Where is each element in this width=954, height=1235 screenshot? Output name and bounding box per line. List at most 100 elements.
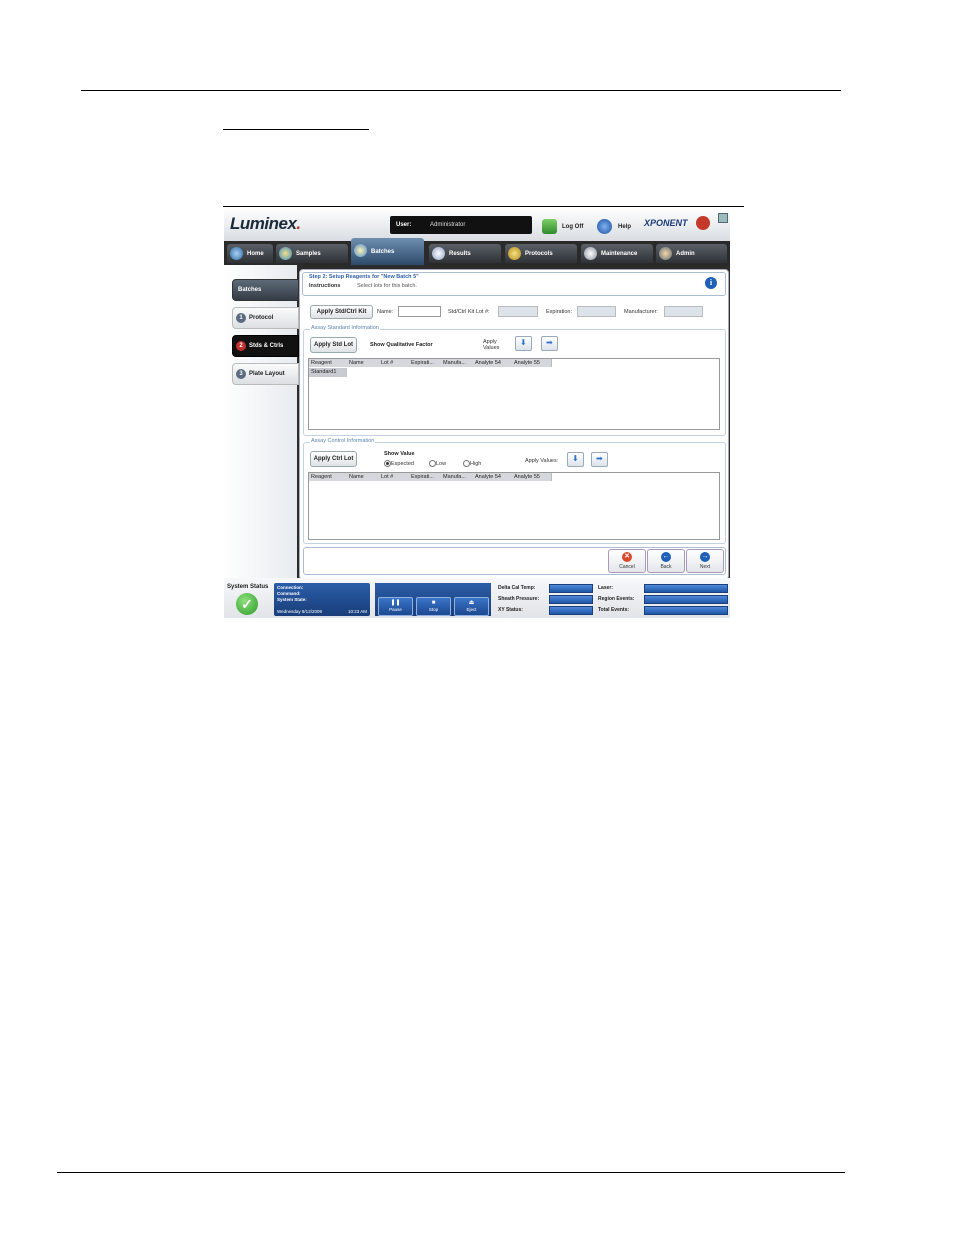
column-header[interactable]: Reagent bbox=[309, 473, 348, 481]
tab-batches[interactable]: Batches bbox=[351, 238, 424, 265]
connection-label: Connection: bbox=[277, 585, 304, 590]
step-title: Step 2: Setup Reagents for "New Batch 5" bbox=[309, 274, 419, 280]
sheath-pressure-bar bbox=[549, 595, 593, 604]
laser-bar bbox=[644, 584, 728, 593]
pause-icon: ❚❚ bbox=[390, 600, 401, 606]
step-number: 3 bbox=[236, 369, 246, 379]
tab-samples[interactable]: Samples bbox=[276, 244, 348, 263]
cancel-icon: ✕ bbox=[622, 552, 632, 562]
tab-results[interactable]: Results bbox=[429, 244, 501, 263]
home-icon bbox=[230, 247, 243, 260]
name-field[interactable] bbox=[398, 306, 441, 317]
tab-protocols[interactable]: Protocols bbox=[505, 244, 577, 263]
kit-lot-field bbox=[498, 306, 538, 317]
column-header[interactable]: Lot # bbox=[379, 359, 410, 367]
column-header[interactable]: Analyte 55 bbox=[512, 359, 552, 367]
column-header[interactable]: Expirati... bbox=[409, 359, 442, 367]
step-number: 1 bbox=[236, 313, 246, 323]
window-menu-icon[interactable] bbox=[718, 213, 728, 223]
xponent-logo: XPONENT bbox=[644, 218, 688, 228]
luminex-logo: Luminex. bbox=[230, 214, 301, 233]
admin-icon bbox=[659, 247, 672, 260]
apply-values-down-button[interactable]: ⬇ bbox=[515, 336, 532, 351]
assay-control-title: Assay Control Information bbox=[310, 438, 376, 444]
column-header[interactable]: Name bbox=[347, 473, 380, 481]
command-label: Command: bbox=[277, 591, 301, 596]
arrow-down-icon: ⬇ bbox=[572, 454, 579, 463]
instructions-text: Select lots for this batch. bbox=[357, 283, 417, 289]
expiration-label: Expiration: bbox=[546, 309, 572, 315]
apply-values-label: Apply Values bbox=[483, 339, 500, 351]
next-arrow-icon: → bbox=[700, 552, 710, 562]
main-panel: Step 2: Setup Reagents for "New Batch 5"… bbox=[299, 269, 729, 580]
sidebar-item-stds-ctrls[interactable]: 2 Stds & Ctrls bbox=[232, 335, 299, 357]
logoff-button[interactable]: Log Off bbox=[562, 224, 583, 230]
tab-admin[interactable]: Admin bbox=[656, 244, 727, 263]
column-header[interactable]: Lot # bbox=[379, 473, 410, 481]
apply-values-down-button[interactable]: ⬇ bbox=[567, 452, 584, 467]
column-header[interactable]: Analyte 55 bbox=[512, 473, 552, 481]
help-button[interactable]: Help bbox=[618, 224, 631, 230]
help-icon[interactable] bbox=[597, 219, 612, 234]
radio-expected[interactable] bbox=[384, 460, 391, 467]
radio-high-label: High bbox=[470, 461, 482, 467]
apply-values-right-button[interactable]: ➡ bbox=[541, 336, 558, 351]
apply-values-label: Apply Values: bbox=[525, 458, 559, 464]
eject-icon: ⏏ bbox=[468, 600, 475, 606]
sidebar-item-batches[interactable]: Batches bbox=[232, 279, 299, 301]
user-label: User: bbox=[396, 222, 412, 228]
tab-home[interactable]: Home bbox=[227, 244, 273, 263]
eject-button[interactable]: ⏏ Eject bbox=[454, 597, 489, 616]
expiration-field bbox=[577, 306, 616, 317]
total-events-label: Total Events: bbox=[598, 607, 630, 613]
assay-standard-title: Assay Standard Information bbox=[310, 325, 380, 331]
status-time: 10:23 AM bbox=[348, 609, 368, 614]
instructions-label: Instructions bbox=[309, 283, 341, 289]
tab-maintenance[interactable]: Maintenance bbox=[581, 244, 653, 263]
column-header[interactable]: Reagent bbox=[309, 359, 348, 367]
back-button[interactable]: ← Back bbox=[647, 549, 685, 573]
info-icon[interactable]: i bbox=[705, 277, 717, 289]
xy-status-bar bbox=[549, 606, 593, 615]
column-header[interactable]: Analyte 54 bbox=[473, 359, 513, 367]
column-header[interactable]: Name bbox=[347, 359, 380, 367]
apply-values-right-button[interactable]: ➡ bbox=[591, 452, 608, 467]
name-label: Name: bbox=[377, 309, 394, 315]
apply-std-ctrl-kit-button[interactable]: Apply Std/Ctrl Kit bbox=[310, 305, 373, 319]
column-header[interactable]: Analyte 54 bbox=[473, 473, 513, 481]
arrow-right-icon: ➡ bbox=[546, 338, 553, 347]
logoff-icon[interactable] bbox=[542, 219, 557, 234]
batches-icon bbox=[354, 244, 367, 257]
radio-high[interactable] bbox=[463, 460, 470, 467]
column-header[interactable]: Expirati... bbox=[409, 473, 442, 481]
radio-expected-label: Expected bbox=[391, 461, 414, 467]
xponent-window: Luminex. User: Administrator Log Off Hel… bbox=[224, 208, 730, 618]
column-header[interactable]: Manufa... bbox=[441, 359, 474, 367]
kit-lot-label: Std/Ctrl Kit Lot #: bbox=[448, 309, 490, 315]
step-number: 2 bbox=[236, 341, 246, 351]
xponent-logo-mark bbox=[696, 216, 710, 230]
apply-std-lot-button[interactable]: Apply Std Lot bbox=[310, 337, 357, 353]
protocols-icon bbox=[508, 247, 521, 260]
section-underline bbox=[223, 129, 369, 130]
cancel-button[interactable]: ✕ Cancel bbox=[608, 549, 646, 573]
column-header[interactable]: Manufa... bbox=[441, 473, 474, 481]
sidebar-item-plate-layout[interactable]: 3 Plate Layout bbox=[232, 363, 299, 385]
arrow-right-icon: ➡ bbox=[596, 454, 603, 463]
results-icon bbox=[432, 247, 445, 260]
radio-low[interactable] bbox=[429, 460, 436, 467]
table-row[interactable]: Standard1 bbox=[309, 368, 347, 377]
radio-low-label: Low bbox=[436, 461, 447, 467]
pause-button[interactable]: ❚❚ Pause bbox=[378, 597, 413, 616]
stop-button[interactable]: ■ Stop bbox=[416, 597, 451, 616]
show-value-label: Show Value bbox=[384, 451, 415, 457]
sidebar-item-protocol[interactable]: 1 Protocol bbox=[232, 307, 299, 329]
apply-ctrl-lot-button[interactable]: Apply Ctrl Lot bbox=[310, 451, 357, 467]
controls-table: Reagent Name Lot # Expirati... Manufa...… bbox=[308, 472, 720, 540]
next-button[interactable]: → Next bbox=[686, 549, 724, 573]
maintenance-icon bbox=[584, 247, 597, 260]
show-qualitative-factor-label: Show Qualitative Factor bbox=[370, 342, 433, 348]
delta-cal-temp-bar bbox=[549, 584, 593, 593]
delta-cal-temp-label: Delta Cal Temp: bbox=[498, 585, 536, 591]
laser-label: Laser: bbox=[598, 585, 614, 591]
